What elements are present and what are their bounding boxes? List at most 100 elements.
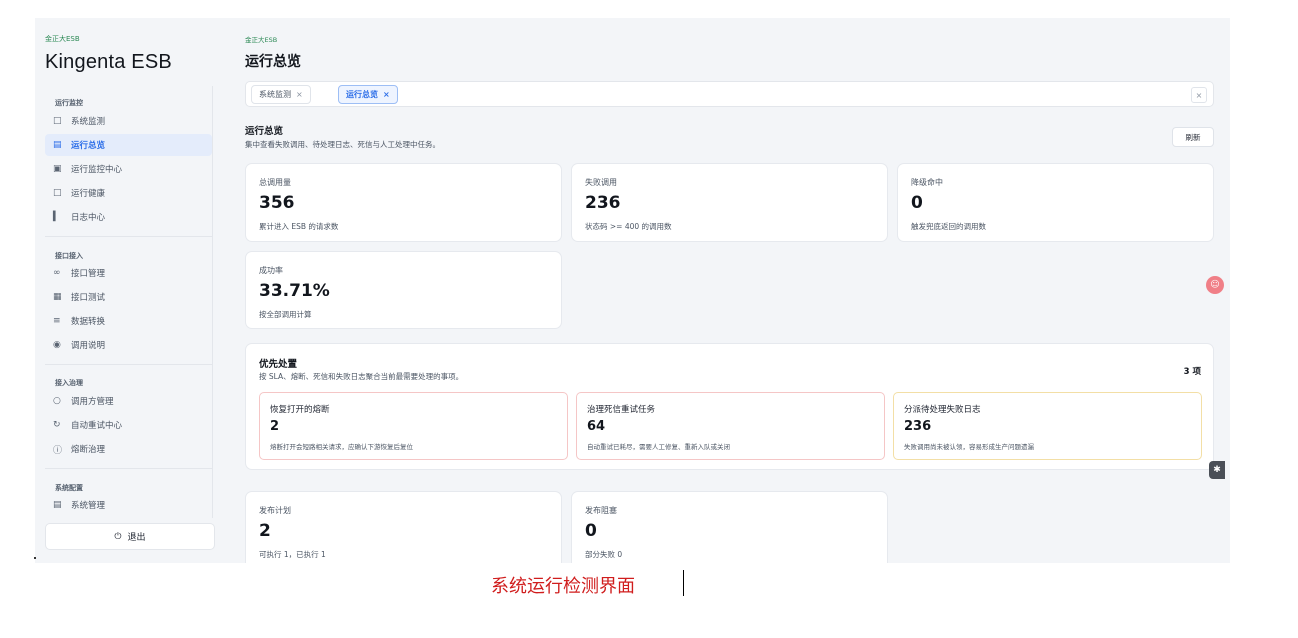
stat-label: 发布阻塞	[585, 506, 617, 515]
refresh-button[interactable]: 刷新	[1172, 127, 1214, 147]
stat-card-release-blocked: 发布阻塞 0 部分失败 0	[571, 491, 888, 563]
stat-desc: 触发兜底返回的调用数	[911, 222, 986, 231]
priority-card-value: 2	[270, 419, 280, 434]
stat-value: 0	[911, 193, 923, 213]
sidebar-item-label: 调用方管理	[71, 397, 114, 407]
nav-divider	[45, 468, 212, 469]
priority-title: 优先处置	[259, 359, 298, 370]
stat-value: 236	[585, 193, 621, 213]
screen-icon: ▣	[53, 164, 62, 174]
sidebar-item-health[interactable]: □ 运行健康	[45, 182, 212, 204]
priority-card-value: 64	[587, 419, 606, 434]
assistant-float-icon[interactable]: ☺	[1206, 276, 1224, 294]
sidebar-item-caller-mgmt[interactable]: ○ 调用方管理	[45, 390, 212, 412]
health-icon: □	[53, 188, 62, 198]
stat-desc: 状态码 >= 400 的调用数	[585, 222, 672, 231]
nav-group-title: 运行监控	[55, 99, 83, 107]
bar-chart-icon: ▍	[53, 212, 60, 222]
tab-label: 运行总览	[346, 90, 378, 99]
priority-count-badge: 3 项	[1183, 367, 1201, 377]
stat-card-release-plan: 发布计划 2 可执行 1，已执行 1	[245, 491, 562, 563]
sidebar-item-label: 接口管理	[71, 269, 106, 279]
sidebar-item-overview[interactable]: ▤ 运行总览	[45, 134, 212, 156]
stat-label: 成功率	[259, 266, 283, 275]
tab-overview[interactable]: 运行总览 ×	[338, 85, 398, 104]
sidebar-item-system-monitor[interactable]: □ 系统监测	[45, 110, 212, 132]
sidebar-nav: 运行监控 □ 系统监测 ▤ 运行总览 ▣ 运行监控中心 □ 运行健康 ▍ 日志中…	[35, 86, 213, 518]
sidebar-item-interface-test[interactable]: ▦ 接口测试	[45, 286, 212, 308]
sidebar-item-interface-mgmt[interactable]: ∞ 接口管理	[45, 262, 212, 284]
sidebar-item-label: 系统管理	[71, 501, 106, 511]
priority-card-desc: 失败调用尚未被认领，容易形成生产问题遗漏	[904, 443, 1034, 451]
sidebar-item-label: 日志中心	[71, 213, 106, 223]
stat-card-total-calls: 总调用量 356 累计进入 ESB 的请求数	[245, 163, 562, 242]
retry-icon: ↻	[53, 420, 61, 430]
settings-float-icon[interactable]: ✱	[1209, 461, 1225, 479]
sidebar-item-monitor-center[interactable]: ▣ 运行监控中心	[45, 158, 212, 180]
priority-card-dead-letter[interactable]: 治理死信重试任务 64 自动重试已耗尽，需要人工修复、重新入队或关闭	[576, 392, 885, 460]
priority-card-failed-logs[interactable]: 分派待处理失败日志 236 失败调用尚未被认领，容易形成生产问题遗漏	[893, 392, 1202, 460]
stat-card-failed-calls: 失败调用 236 状态码 >= 400 的调用数	[571, 163, 888, 242]
stat-card-degraded: 降级命中 0 触发兜底返回的调用数	[897, 163, 1214, 242]
brand-subtitle: 金正大ESB	[45, 35, 80, 43]
stat-label: 总调用量	[259, 178, 291, 187]
logout-button[interactable]: ⏻ 退出	[45, 523, 215, 550]
test-icon: ▦	[53, 292, 62, 302]
sidebar-item-label: 运行监控中心	[71, 165, 123, 175]
sidebar-item-label: 接口测试	[71, 293, 106, 303]
stat-card-success-rate: 成功率 33.71% 按全部调用计算	[245, 251, 562, 329]
sidebar-item-call-docs[interactable]: ◉ 调用说明	[45, 334, 212, 356]
sidebar-item-data-transform[interactable]: ≡ 数据转换	[45, 310, 212, 332]
tab-system-monitor[interactable]: 系统监测 ×	[251, 85, 311, 104]
priority-description: 按 SLA、熔断、死信和失败日志聚合当前最需要处理的事项。	[259, 372, 464, 381]
breadcrumb: 金正大ESB	[245, 36, 278, 44]
monitor-icon: □	[53, 116, 62, 126]
sidebar-item-label: 熔断治理	[71, 445, 106, 455]
stat-label: 失败调用	[585, 178, 617, 187]
priority-card-desc: 熔断打开会短路相关请求，应确认下游恢复后复位	[270, 443, 413, 451]
logout-label: 退出	[127, 533, 146, 543]
section-title: 运行总览	[245, 126, 284, 137]
stat-desc: 部分失败 0	[585, 550, 623, 559]
figure-caption: 系统运行检测界面	[491, 576, 635, 597]
sidebar-item-auto-retry[interactable]: ↻ 自动重试中心	[45, 414, 212, 436]
nav-group-title: 接口接入	[55, 252, 83, 260]
sidebar-item-label: 系统监测	[71, 117, 106, 127]
sidebar-item-label: 运行总览	[71, 141, 106, 151]
nav-divider	[45, 236, 212, 237]
dashboard-icon: ▤	[53, 140, 62, 150]
page-title: 运行总览	[245, 54, 301, 70]
sidebar-item-log-center[interactable]: ▍ 日志中心	[45, 206, 212, 228]
doc-icon: ◉	[53, 340, 61, 350]
close-icon[interactable]: ×	[296, 90, 303, 99]
priority-card-circuit[interactable]: 恢复打开的熔断 2 熔断打开会短路相关请求，应确认下游恢复后复位	[259, 392, 568, 460]
nav-group-title: 系统配置	[55, 484, 83, 492]
user-icon: ○	[53, 396, 61, 406]
stat-value: 0	[585, 521, 597, 541]
app-window: 金正大ESB Kingenta ESB 运行监控 □ 系统监测 ▤ 运行总览 ▣…	[35, 18, 1230, 563]
text-cursor	[683, 570, 684, 596]
settings-icon: ▤	[53, 500, 62, 510]
info-icon: ⓘ	[53, 445, 63, 456]
sidebar-item-label: 自动重试中心	[71, 421, 123, 431]
stat-desc: 按全部调用计算	[259, 310, 312, 319]
tab-bar: 系统监测 × 运行总览 × ×	[245, 81, 1214, 107]
nav-divider	[45, 364, 212, 365]
close-icon[interactable]: ×	[383, 90, 390, 99]
sidebar-item-system-mgmt[interactable]: ▤ 系统管理	[45, 494, 212, 516]
priority-card-value: 236	[904, 419, 932, 434]
stat-value: 356	[259, 193, 295, 213]
tab-label: 系统监测	[259, 90, 291, 99]
link-icon: ∞	[53, 268, 61, 278]
list-icon: ≡	[53, 316, 61, 326]
sidebar-item-circuit-breaker[interactable]: ⓘ 熔断治理	[45, 438, 212, 460]
close-all-tabs-button[interactable]: ×	[1191, 87, 1207, 103]
stat-label: 发布计划	[259, 506, 291, 515]
nav-group-title: 接入治理	[55, 379, 83, 387]
priority-card-title: 恢复打开的熔断	[270, 405, 330, 415]
main-content: 金正大ESB 运行总览 系统监测 × 运行总览 × × 运行总览 集中查看失败调…	[235, 18, 1230, 563]
priority-card-title: 分派待处理失败日志	[904, 405, 981, 415]
section-description: 集中查看失败调用、待处理日志、死信与人工处理中任务。	[245, 140, 440, 149]
sidebar-item-label: 调用说明	[71, 341, 106, 351]
power-icon: ⏻	[114, 531, 122, 542]
